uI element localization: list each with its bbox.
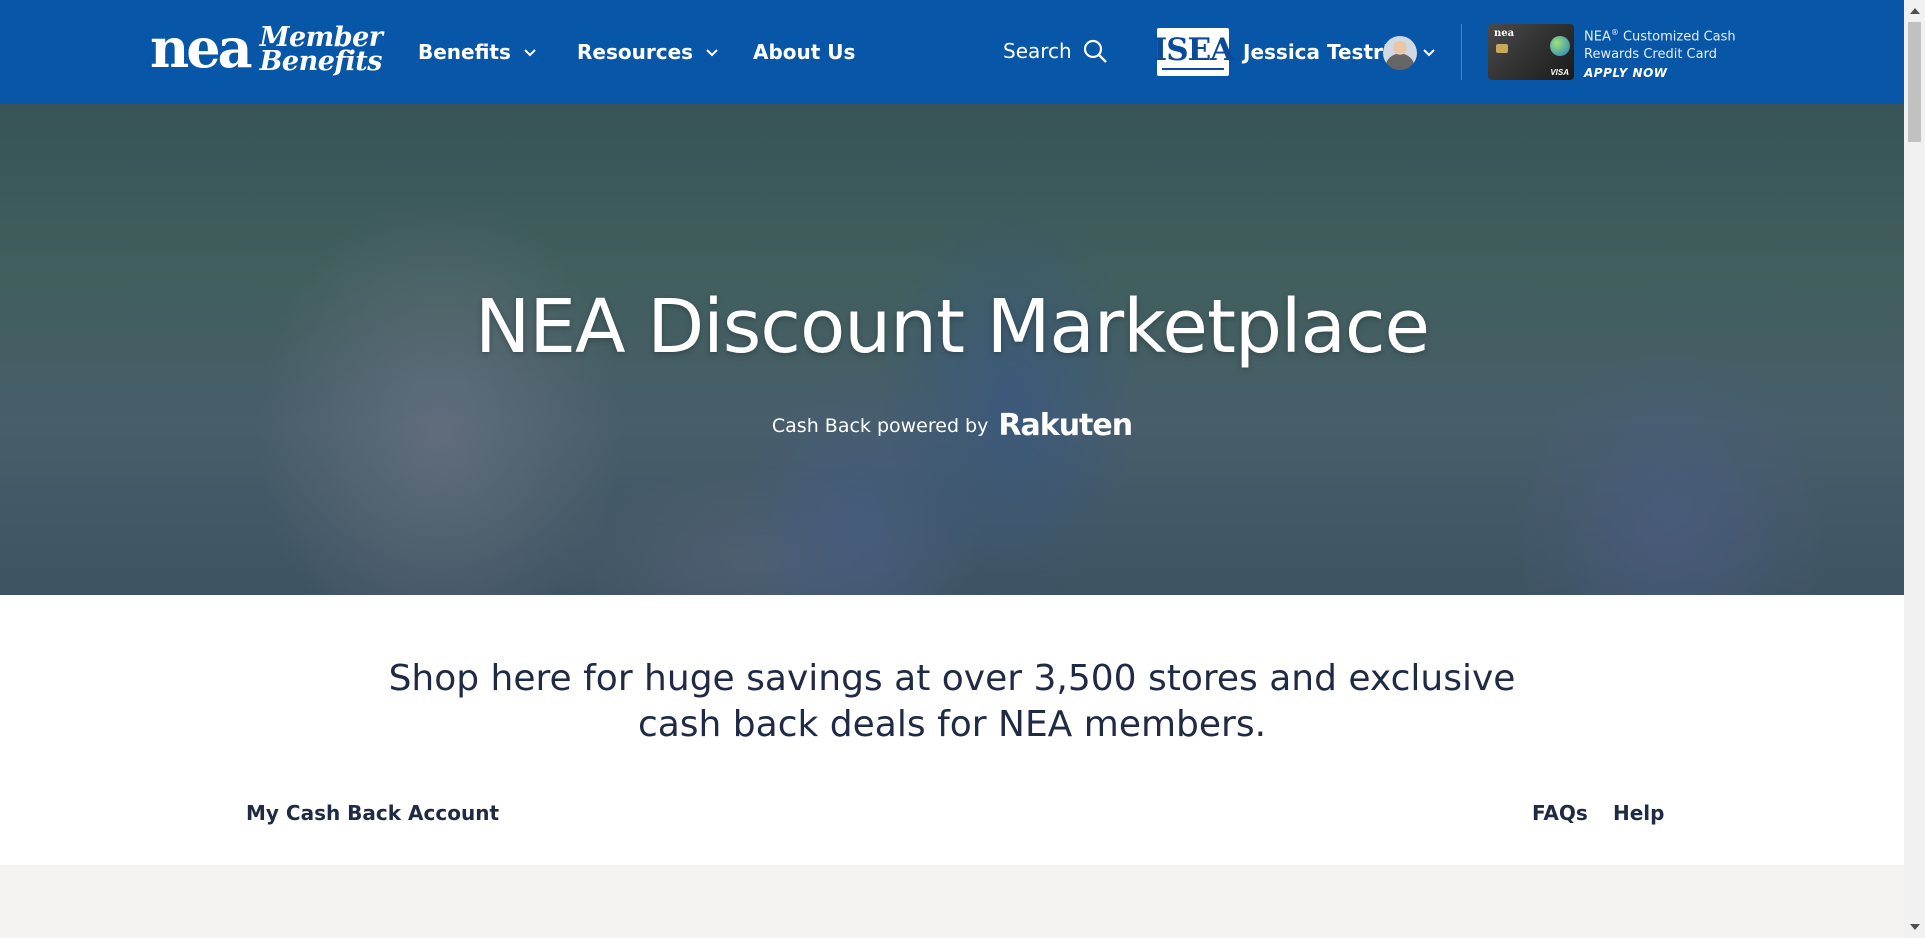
nav-resources-label: Resources bbox=[577, 40, 694, 64]
nav-resources[interactable]: Resources bbox=[577, 40, 719, 64]
search-label: Search bbox=[1003, 39, 1072, 63]
search-icon bbox=[1083, 39, 1107, 63]
card-promo-line2: Rewards Credit Card bbox=[1584, 47, 1717, 63]
nea-member-benefits-logo[interactable]: nea Member Benefits bbox=[150, 16, 383, 80]
hero-subtitle-text: Cash Back powered by bbox=[771, 415, 989, 437]
isea-logo-rule bbox=[1162, 68, 1224, 70]
apply-now-link[interactable]: APPLY NOW bbox=[1584, 64, 1736, 82]
header-divider bbox=[1461, 24, 1462, 80]
logo-member-benefits: Member Benefits bbox=[259, 24, 383, 77]
card-promo-line1-rest: Customized Cash bbox=[1618, 29, 1736, 45]
card-promo-line1: NEA® Customized Cash bbox=[1584, 24, 1736, 46]
logo-nea-text: nea bbox=[150, 16, 253, 80]
nav-about-us[interactable]: About Us bbox=[753, 40, 855, 64]
avatar[interactable] bbox=[1383, 36, 1417, 70]
search-button[interactable]: Search bbox=[1003, 38, 1108, 64]
user-name[interactable]: Jessica Testr'S bbox=[1243, 40, 1403, 64]
my-cash-back-account-link[interactable]: My Cash Back Account bbox=[246, 801, 499, 825]
chevron-down-icon bbox=[524, 49, 536, 57]
card-chip bbox=[1496, 44, 1508, 53]
faqs-link[interactable]: FAQs bbox=[1532, 801, 1588, 825]
nav-benefits-label: Benefits bbox=[418, 40, 511, 64]
globe-icon bbox=[1550, 36, 1570, 56]
content-band bbox=[0, 865, 1904, 938]
page-title: NEA Discount Marketplace bbox=[474, 284, 1430, 370]
rakuten-logo: Rakuten bbox=[998, 408, 1133, 443]
tagline: Shop here for huge savings at over 3,500… bbox=[388, 658, 1516, 745]
scroll-down-arrow[interactable] bbox=[1910, 924, 1920, 930]
hero-subtitle: Cash Back powered by Rakuten bbox=[0, 408, 1904, 443]
credit-card-image[interactable]: nea VISA bbox=[1488, 24, 1574, 80]
card-network-text: VISA bbox=[1550, 68, 1569, 77]
hero-banner: NEA Discount Marketplace Cash Back power… bbox=[0, 104, 1904, 595]
card-promo[interactable]: NEA® Customized Cash Rewards Credit Card… bbox=[1584, 24, 1736, 82]
logo-benefits-text: Benefits bbox=[259, 46, 383, 77]
chevron-down-icon bbox=[706, 49, 718, 57]
nav-about-us-label: About Us bbox=[753, 40, 856, 64]
help-link[interactable]: Help bbox=[1613, 801, 1664, 825]
nav-benefits[interactable]: Benefits bbox=[418, 40, 537, 64]
scroll-thumb[interactable] bbox=[1908, 22, 1921, 142]
site-header: nea Member Benefits Benefits Resources A… bbox=[0, 0, 1904, 104]
isea-affiliate-logo[interactable]: ISEA bbox=[1153, 28, 1234, 76]
card-brand-text: nea bbox=[1494, 28, 1515, 39]
chevron-down-icon[interactable] bbox=[1422, 46, 1436, 60]
card-promo-brand: NEA bbox=[1584, 29, 1611, 45]
isea-logo-text: ISEA bbox=[1152, 32, 1235, 68]
page-scrollbar[interactable] bbox=[1904, 0, 1925, 938]
registered-mark: ® bbox=[1610, 28, 1619, 37]
scroll-up-arrow[interactable] bbox=[1910, 8, 1920, 14]
